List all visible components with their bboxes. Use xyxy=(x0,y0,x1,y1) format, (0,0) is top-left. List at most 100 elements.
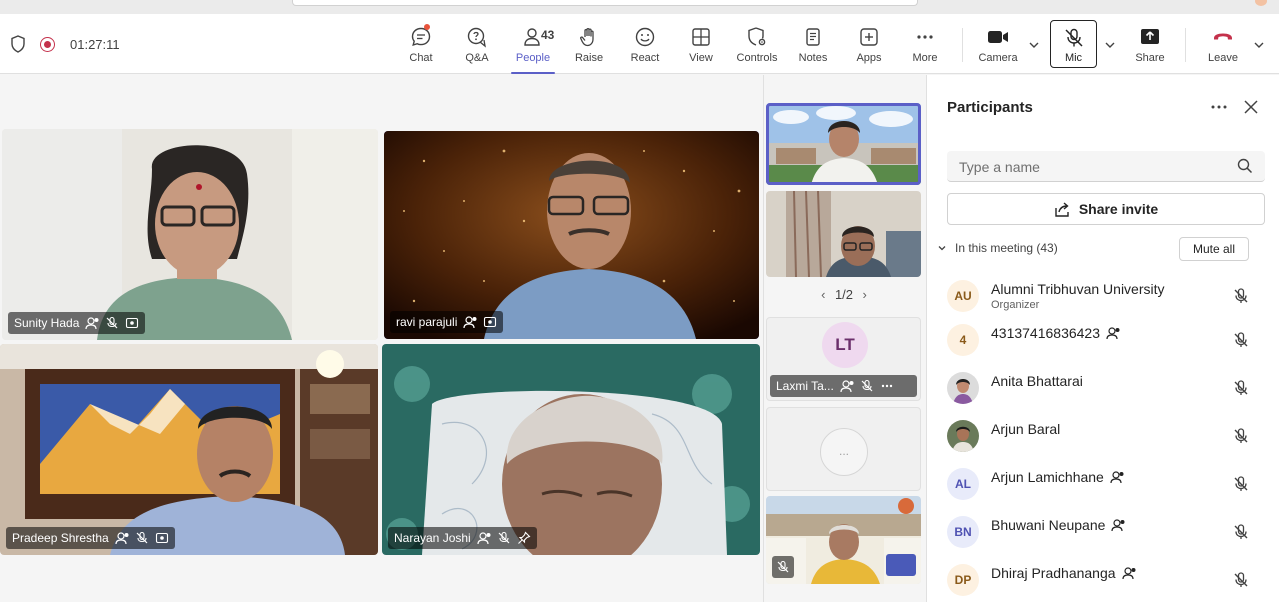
participant-name-line: 43137416836423 xyxy=(991,325,1120,341)
filmstrip-tile[interactable] xyxy=(766,496,921,584)
filmstrip-tile[interactable]: ... xyxy=(766,407,921,491)
participant-name: Arjun Baral xyxy=(991,421,1061,437)
filmstrip-tile[interactable] xyxy=(766,191,921,277)
grid-view-icon xyxy=(692,28,710,46)
participants-panel: Participants Share invite In this meetin… xyxy=(926,75,1279,602)
controls-button[interactable]: Controls xyxy=(729,14,785,74)
more-dots-icon[interactable] xyxy=(880,379,894,393)
filmstrip-pager: ‹ 1/2 › xyxy=(764,287,924,302)
video-tile[interactable]: Narayan Joshi xyxy=(382,344,760,555)
pin-icon xyxy=(517,531,531,544)
notes-button[interactable]: Notes xyxy=(785,14,841,74)
view-button[interactable]: View xyxy=(673,14,729,74)
in-meeting-section-header[interactable]: In this meeting (43) xyxy=(937,241,1058,255)
people-button[interactable]: 43 People xyxy=(505,14,561,74)
leave-options-chevron-icon[interactable] xyxy=(1252,38,1266,52)
recording-icon xyxy=(40,37,55,52)
top-tab-edge xyxy=(292,0,918,6)
controls-label: Controls xyxy=(736,52,778,64)
browser-top-strip xyxy=(0,0,1279,14)
share-label: Share xyxy=(1135,52,1165,64)
participant-video-feed xyxy=(384,131,759,339)
avatar xyxy=(947,420,979,452)
mic-options-chevron-icon[interactable] xyxy=(1103,38,1117,52)
meeting-toolbar: 01:27:11 Chat Q&A 43 People Raise React … xyxy=(0,14,1279,74)
participant-row[interactable]: BN Bhuwani Neupane xyxy=(927,508,1279,556)
pager-prev-chevron-icon[interactable]: ‹ xyxy=(815,287,831,302)
video-tile-active-speaker[interactable]: ravi parajuli xyxy=(384,131,759,339)
mic-muted-icon[interactable] xyxy=(1232,331,1250,349)
close-icon[interactable] xyxy=(1241,97,1261,117)
camera-options-chevron-icon[interactable] xyxy=(1027,38,1041,52)
toolbar-separator xyxy=(1185,28,1186,62)
pager-next-chevron-icon[interactable]: › xyxy=(857,287,873,302)
leave-label: Leave xyxy=(1208,52,1238,64)
apps-button[interactable]: Apps xyxy=(841,14,897,74)
chat-unread-dot xyxy=(424,24,430,30)
participant-row[interactable]: 4 43137416836423 xyxy=(927,316,1279,364)
avatar xyxy=(947,372,979,404)
organizer-badge-icon xyxy=(477,532,491,545)
mic-muted-icon[interactable] xyxy=(1232,571,1250,589)
qa-button[interactable]: Q&A xyxy=(449,14,505,74)
participant-name: Anita Bhattarai xyxy=(991,373,1083,389)
mic-off-icon xyxy=(1064,28,1083,47)
search-icon[interactable] xyxy=(1237,158,1253,174)
share-invite-button[interactable]: Share invite xyxy=(947,193,1265,225)
filmstrip-tile[interactable]: LT Laxmi Ta... xyxy=(766,317,921,401)
video-tile[interactable]: Sunity Hada xyxy=(2,129,378,340)
react-label: React xyxy=(630,52,660,64)
panel-more-options-icon[interactable] xyxy=(1209,97,1229,117)
mic-muted-icon[interactable] xyxy=(1232,523,1250,541)
participant-name-line: Bhuwani Neupane xyxy=(991,517,1125,533)
participant-name: ravi parajuli xyxy=(396,315,458,329)
filmstrip-tile-active[interactable] xyxy=(766,103,921,185)
participant-row[interactable]: AU Alumni Tribhuvan University Organizer xyxy=(927,272,1279,320)
participant-name: Arjun Lamichhane xyxy=(991,469,1104,485)
search-input[interactable] xyxy=(959,157,1229,177)
raise-hand-button[interactable]: Raise xyxy=(561,14,617,74)
react-smile-icon xyxy=(635,27,655,47)
participant-name: Alumni Tribhuvan University xyxy=(991,281,1165,297)
avatar-placeholder: ... xyxy=(820,428,868,476)
spotlight-icon xyxy=(484,316,497,328)
spotlight-icon xyxy=(126,317,139,329)
participant-row[interactable]: Arjun Baral xyxy=(927,412,1279,460)
participant-name-line: Dhiraj Pradhananga xyxy=(991,565,1136,581)
participant-name: Sunity Hada xyxy=(14,316,80,330)
chat-label: Chat xyxy=(409,52,433,64)
more-label: More xyxy=(912,52,938,64)
more-button[interactable]: More xyxy=(897,14,953,74)
share-button[interactable]: Share xyxy=(1122,14,1178,74)
leave-button[interactable]: Leave xyxy=(1195,14,1251,74)
view-label: View xyxy=(689,52,713,64)
participant-video-feed xyxy=(2,129,378,340)
participant-name: Narayan Joshi xyxy=(394,531,471,545)
participant-role: Organizer xyxy=(991,299,1040,311)
video-tile[interactable]: Pradeep Shrestha xyxy=(0,344,378,555)
mic-muted-icon[interactable] xyxy=(1232,379,1250,397)
apps-label: Apps xyxy=(856,52,882,64)
raise-label: Raise xyxy=(574,52,604,64)
share-screen-icon xyxy=(1141,29,1159,44)
mic-muted-icon[interactable] xyxy=(1232,427,1250,445)
mic-muted-icon[interactable] xyxy=(1232,475,1250,493)
participant-name: Bhuwani Neupane xyxy=(991,517,1106,533)
raise-hand-icon xyxy=(580,27,594,47)
qa-label: Q&A xyxy=(465,52,489,64)
spotlight-icon xyxy=(155,532,168,544)
participant-name: 43137416836423 xyxy=(991,325,1101,341)
participant-row[interactable]: Anita Bhattarai xyxy=(927,364,1279,412)
mic-muted-icon[interactable] xyxy=(1232,287,1250,305)
participant-row[interactable]: DP Dhiraj Pradhananga xyxy=(927,556,1279,602)
chat-button[interactable]: Chat xyxy=(393,14,449,74)
participant-name: Laxmi Ta... xyxy=(776,379,834,393)
video-stage: Sunity Hada ravi parajuli Pradeep Shrest… xyxy=(0,75,762,602)
mic-button[interactable]: Mic xyxy=(1050,20,1097,68)
react-button[interactable]: React xyxy=(617,14,673,74)
participant-name-line: Alumni Tribhuvan University xyxy=(991,281,1165,297)
camera-button[interactable]: Camera xyxy=(970,14,1026,74)
mute-all-button[interactable]: Mute all xyxy=(1179,237,1249,261)
participant-row[interactable]: AL Arjun Lamichhane xyxy=(927,460,1279,508)
mic-muted-icon xyxy=(106,316,118,329)
